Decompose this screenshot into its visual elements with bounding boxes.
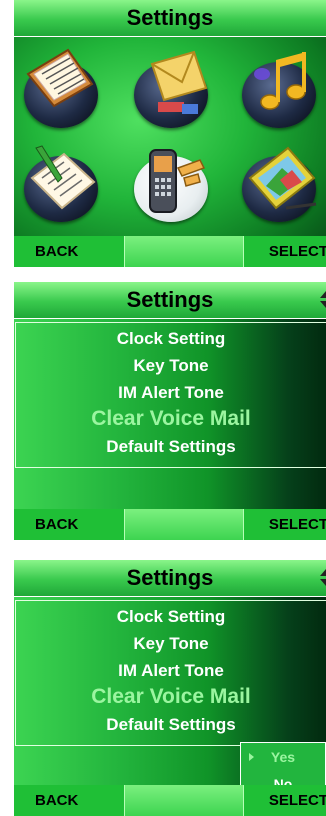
select-softkey[interactable]: SELECT: [269, 236, 326, 267]
softkey-bar: BACK SELECT: [14, 236, 326, 267]
address-book-icon[interactable]: [18, 44, 104, 130]
select-softkey[interactable]: SELECT: [269, 785, 326, 816]
select-softkey[interactable]: SELECT: [269, 509, 326, 540]
phone-handset-icon[interactable]: [128, 138, 214, 224]
photo-album-icon[interactable]: [236, 138, 322, 224]
settings-confirm-screen: Settings Clock Setting Key Tone IM Alert…: [14, 560, 326, 816]
back-softkey[interactable]: BACK: [35, 236, 78, 267]
yes-option[interactable]: Yes: [241, 749, 325, 765]
softkey-bar: BACK SELECT: [14, 785, 326, 816]
list-item[interactable]: Clock Setting: [16, 607, 326, 627]
title-bar: Settings: [14, 282, 326, 319]
settings-list: Clock Setting Key Tone IM Alert Tone Cle…: [15, 322, 326, 468]
music-note-icon[interactable]: [236, 44, 322, 130]
scroll-arrows-icon: [320, 291, 326, 309]
settings-list: Clock Setting Key Tone IM Alert Tone Cle…: [15, 600, 326, 746]
list-item[interactable]: IM Alert Tone: [16, 661, 326, 681]
center-softkey[interactable]: [124, 509, 244, 540]
list-item-selected[interactable]: Clear Voice Mail: [16, 685, 326, 709]
center-softkey[interactable]: [124, 785, 244, 816]
back-softkey[interactable]: BACK: [35, 509, 78, 540]
envelope-icon[interactable]: [128, 44, 214, 130]
list-item-selected[interactable]: Clear Voice Mail: [16, 407, 326, 431]
list-item[interactable]: Clock Setting: [16, 329, 326, 349]
settings-list-screen: Settings Clock Setting Key Tone IM Alert…: [14, 282, 326, 540]
scroll-arrows-icon: [320, 569, 326, 587]
page-title: Settings: [126, 5, 214, 30]
title-bar: Settings: [14, 0, 326, 37]
list-item[interactable]: Default Settings: [16, 437, 326, 457]
list-item[interactable]: IM Alert Tone: [16, 383, 326, 403]
settings-icon-screen: Settings BACK SELECT: [14, 0, 326, 267]
page-title: Settings: [126, 287, 214, 312]
list-item[interactable]: Key Tone: [16, 356, 326, 376]
list-item[interactable]: Default Settings: [16, 715, 326, 735]
notepad-icon[interactable]: [18, 138, 104, 224]
title-bar: Settings: [14, 560, 326, 597]
page-title: Settings: [126, 565, 214, 590]
list-item[interactable]: Key Tone: [16, 634, 326, 654]
screen-background: [14, 0, 326, 267]
softkey-bar: BACK SELECT: [14, 509, 326, 540]
center-softkey[interactable]: [124, 236, 244, 267]
back-softkey[interactable]: BACK: [35, 785, 78, 816]
